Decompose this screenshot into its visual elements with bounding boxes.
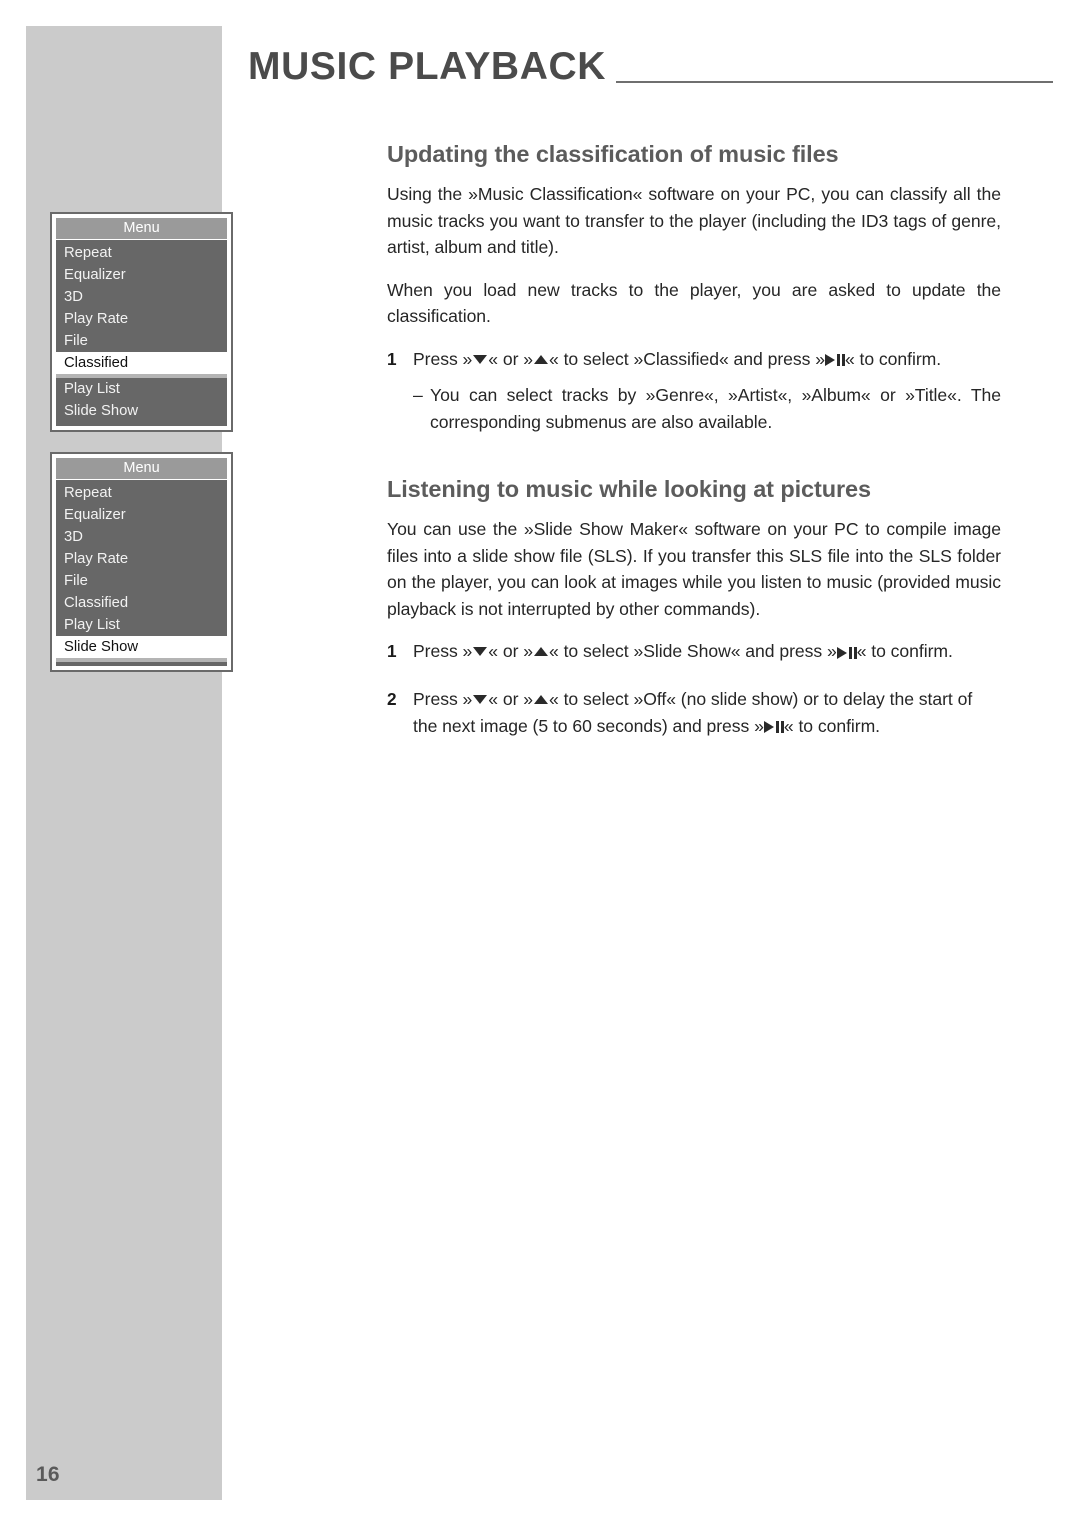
step-text-before: Press » bbox=[413, 689, 473, 710]
section-heading-slideshow: Listening to music while looking at pict… bbox=[387, 476, 871, 503]
substep-row: – You can select tracks by »Genre«, »Art… bbox=[387, 381, 1001, 435]
menu-item-play-rate[interactable]: Play Rate bbox=[56, 308, 227, 330]
menu-item-slide-show[interactable]: Slide Show bbox=[56, 636, 227, 662]
menu-item-repeat[interactable]: Repeat bbox=[56, 482, 227, 504]
menu-item-file[interactable]: File bbox=[56, 330, 227, 352]
section-heading-classification: Updating the classification of music fil… bbox=[387, 141, 839, 167]
menu-item-play-list[interactable]: Play List bbox=[56, 378, 227, 400]
triangle-down-icon bbox=[473, 354, 488, 364]
play-pause-icon bbox=[763, 713, 784, 740]
step-text: Press » « or » « to select »Classified« an… bbox=[413, 346, 1001, 374]
step-text-middle: « or » bbox=[488, 348, 533, 369]
play-pause-icon bbox=[836, 639, 857, 666]
menu-item-3d[interactable]: 3D bbox=[56, 526, 227, 548]
step-text-before: Press » bbox=[413, 348, 473, 369]
step-row: 1 Press » « or » « to select »Slide Show« … bbox=[387, 638, 1001, 666]
triangle-down-icon bbox=[473, 694, 488, 704]
step-text-end: « to confirm. bbox=[856, 641, 953, 662]
paragraph-classification-intro: Using the »Music Classification« softwar… bbox=[387, 184, 1001, 258]
menu-item-equalizer[interactable]: Equalizer bbox=[56, 504, 227, 526]
step-row: 1 Press » « or » « to select »Classified« … bbox=[387, 346, 1001, 374]
page-number: 16 bbox=[36, 1463, 60, 1486]
content-column: Updating the classification of music fil… bbox=[387, 140, 1001, 748]
menu-item-file[interactable]: File bbox=[56, 570, 227, 592]
step-text: Press » « or » « to select »Off« (no slide… bbox=[413, 686, 1001, 740]
menu-item-classified[interactable]: Classified bbox=[56, 352, 227, 378]
step-number: 2 bbox=[387, 689, 397, 710]
title-rule bbox=[616, 81, 1053, 83]
substep-dash: – bbox=[413, 385, 423, 406]
step-number: 1 bbox=[387, 348, 397, 369]
step-number: 1 bbox=[387, 641, 397, 662]
menu-item-3d[interactable]: 3D bbox=[56, 286, 227, 308]
play-pause-icon bbox=[824, 346, 845, 373]
step-text-end: « to confirm. bbox=[844, 348, 942, 369]
triangle-down-icon bbox=[473, 647, 488, 657]
menu-item-slide-show[interactable]: Slide Show bbox=[56, 400, 227, 422]
device-menu-list: Repeat Equalizer 3D Play Rate File Class… bbox=[56, 240, 227, 426]
device-menu-inner: Menu Repeat Equalizer 3D Play Rate File … bbox=[55, 457, 228, 667]
substep-text: You can select tracks by »Genre«, »Artis… bbox=[430, 385, 1001, 432]
device-menu-classified: Menu Repeat Equalizer 3D Play Rate File … bbox=[50, 212, 233, 432]
device-menu-inner: Menu Repeat Equalizer 3D Play Rate File … bbox=[55, 217, 228, 427]
substep-wrapper: – You can select tracks by »Genre«, »Art… bbox=[413, 382, 1001, 435]
step-text-before: Press » bbox=[413, 641, 473, 662]
menu-item-equalizer[interactable]: Equalizer bbox=[56, 264, 227, 286]
menu-item-play-rate[interactable]: Play Rate bbox=[56, 548, 227, 570]
device-menu-title: Menu bbox=[56, 218, 227, 240]
step-row: 2 Press » « or » « to select »Off« (no sli… bbox=[387, 686, 1001, 740]
step-text-after: « to select »Slide Show« and press » bbox=[549, 641, 837, 662]
device-menu-list: Repeat Equalizer 3D Play Rate File Class… bbox=[56, 480, 227, 666]
step-text-middle: « or » bbox=[488, 689, 533, 710]
device-menu-slide-show: Menu Repeat Equalizer 3D Play Rate File … bbox=[50, 452, 233, 672]
triangle-up-icon bbox=[534, 354, 548, 364]
substep-spacer bbox=[387, 381, 413, 435]
triangle-up-icon bbox=[534, 647, 548, 657]
menu-item-repeat[interactable]: Repeat bbox=[56, 242, 227, 264]
menu-item-play-list[interactable]: Play List bbox=[56, 614, 227, 636]
paragraph-slideshow-intro: You can use the »Slide Show Maker« softw… bbox=[387, 519, 1001, 619]
triangle-up-icon bbox=[534, 694, 548, 704]
step-text: Press » « or » « to select »Slide Show« an… bbox=[413, 638, 1001, 666]
page-title: MUSIC PLAYBACK bbox=[248, 45, 606, 88]
step-text-middle: « or » bbox=[488, 641, 533, 662]
menu-item-classified[interactable]: Classified bbox=[56, 592, 227, 614]
paragraph-classification-update: When you load new tracks to the player, … bbox=[387, 279, 1001, 327]
step-text-end: « to confirm. bbox=[783, 715, 881, 736]
device-menu-title: Menu bbox=[56, 458, 227, 480]
step-text-after: « to select »Classified« and press » bbox=[549, 348, 825, 369]
